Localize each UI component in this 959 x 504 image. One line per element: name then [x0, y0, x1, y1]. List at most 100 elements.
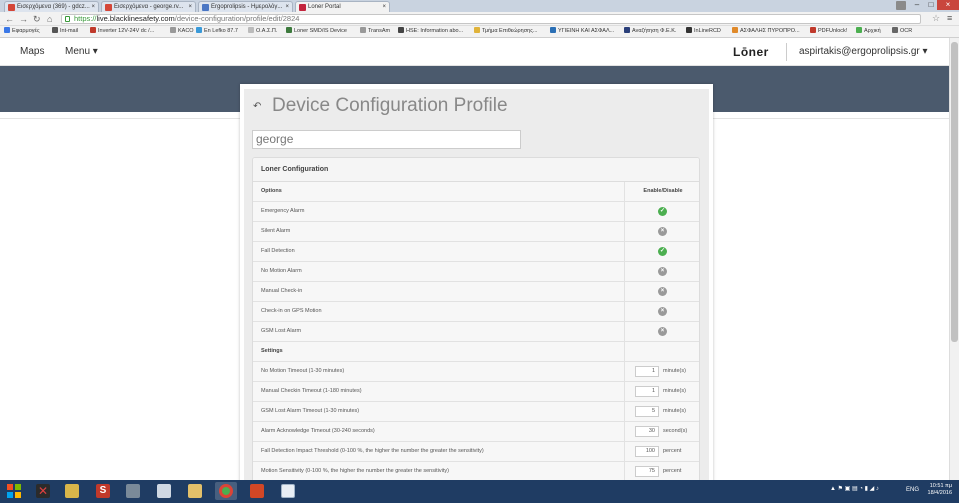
setting-unit: percent — [663, 468, 682, 474]
taskbar-app-folder-icon[interactable] — [61, 482, 83, 500]
column-divider — [624, 462, 625, 481]
setting-value-input[interactable]: 100 — [635, 446, 659, 457]
column-divider — [624, 202, 625, 221]
close-icon[interactable]: × — [91, 2, 95, 12]
reload-icon[interactable]: ↻ — [33, 13, 41, 25]
taskbar-clock[interactable]: 10:51 πμ 18/4/2016 — [920, 483, 952, 497]
forward-arrow-icon[interactable]: → — [19, 13, 28, 25]
bookmark-item[interactable]: Τμήμα Επιθεώρησης... — [474, 26, 537, 37]
tab-label: Εισερχόμενα - george.rv... — [114, 4, 184, 10]
column-divider — [624, 402, 625, 421]
setting-row: Alarm Acknowledge Timeout (30-240 second… — [253, 422, 699, 442]
bookmark-item[interactable]: TransAm — [360, 26, 390, 37]
bookmarks-bar: Εφαρμογές Int-mail Inverter 12V-24V dc /..… — [0, 26, 959, 38]
bookmark-item[interactable]: PDFUnlock! — [810, 26, 847, 37]
setting-value-input[interactable]: 30 — [635, 426, 659, 437]
maps-link[interactable]: Maps — [20, 46, 44, 57]
bookmark-item[interactable]: Αναζήτηση Φ.Ε.Κ. — [624, 26, 676, 37]
minimize-icon[interactable]: – — [910, 0, 924, 10]
profile-name-input[interactable]: george — [252, 130, 521, 149]
bookmark-item[interactable]: KACO — [170, 26, 194, 37]
column-divider — [624, 442, 625, 461]
setting-value-input[interactable]: 1 — [635, 366, 659, 377]
row-label: Emergency Alarm — [261, 208, 305, 214]
bookmark-item[interactable]: ΑΣΦΑΛΗΣ ΠΥΡΟΠΡΟ... — [732, 26, 800, 37]
home-icon[interactable]: ⌂ — [47, 13, 52, 25]
bookmark-label: Αναζήτηση Φ.Ε.Κ. — [632, 28, 677, 34]
bookmark-item[interactable]: En Lefko 87.7 — [196, 26, 238, 37]
browser-menu-icon[interactable]: ≡ — [947, 13, 952, 23]
bookmark-item[interactable]: Εφαρμογές — [4, 26, 40, 37]
taskbar-app-notes-icon[interactable] — [277, 482, 299, 500]
user-profile-icon[interactable] — [896, 1, 906, 10]
url-input[interactable]: https://live.blacklinesafety.com/device-… — [61, 14, 921, 24]
disabled-x-icon[interactable]: × — [658, 327, 667, 336]
taskbar-app-explorer-icon[interactable] — [184, 482, 206, 500]
close-icon[interactable]: × — [382, 2, 386, 12]
windows-start-icon[interactable] — [6, 483, 22, 499]
back-icon[interactable]: ↶ — [253, 101, 261, 112]
row-label: Settings — [261, 348, 283, 354]
browser-tab[interactable]: Εισερχόμενα - george.rv... × — [101, 1, 196, 12]
disabled-x-icon[interactable]: × — [658, 287, 667, 296]
bookmark-item[interactable]: Αρχική — [856, 26, 881, 37]
bookmark-item[interactable]: Inverter 12V-24V dc /... — [90, 26, 154, 37]
system-tray-icons[interactable]: ▲ ⚑ ▣ ▤ ◔ ▮ ◢ ♪ — [830, 485, 879, 492]
setting-value-input[interactable]: 75 — [635, 466, 659, 477]
bookmark-label: Inverter 12V-24V dc /... — [98, 28, 155, 34]
bookmark-label: ΑΣΦΑΛΗΣ ΠΥΡΟΠΡΟ... — [740, 28, 800, 34]
taskbar-app-presentation-icon[interactable] — [246, 482, 268, 500]
disabled-x-icon[interactable]: × — [658, 307, 667, 316]
row-label: Alarm Acknowledge Timeout (30-240 second… — [261, 428, 375, 434]
bookmark-item[interactable]: Int-mail — [52, 26, 78, 37]
bookmark-favicon-icon — [52, 27, 58, 33]
bookmark-favicon-icon — [550, 27, 556, 33]
disabled-x-icon[interactable]: × — [658, 227, 667, 236]
account-dropdown[interactable]: aspirtakis@ergoprolipsis.gr ▾ — [799, 46, 928, 57]
scrollbar-thumb[interactable] — [951, 42, 958, 342]
page-title: Device Configuration Profile — [272, 95, 508, 116]
calendar-icon — [202, 4, 209, 11]
bookmark-label: Τμήμα Επιθεώρησης... — [482, 28, 538, 34]
taskbar-app-x-icon[interactable]: ✕ — [32, 482, 54, 500]
maximize-icon[interactable]: □ — [924, 0, 938, 10]
gmail-icon — [8, 4, 15, 11]
browser-tab-active[interactable]: Loner Portal × — [295, 1, 390, 12]
panel-title: Loner Configuration — [253, 158, 699, 182]
taskbar-app-tools-icon[interactable] — [122, 482, 144, 500]
enabled-check-icon[interactable]: ✓ — [658, 247, 667, 256]
loner-configuration-panel: Loner Configuration Options Enable/Disabl… — [252, 157, 700, 484]
language-indicator[interactable]: ENG — [906, 487, 919, 493]
disabled-x-icon[interactable]: × — [658, 267, 667, 276]
close-icon[interactable]: × — [188, 2, 192, 12]
bookmark-favicon-icon — [398, 27, 404, 33]
browser-tab[interactable]: Εισερχόμενα (369) - gdcz... × — [4, 1, 99, 12]
setting-row: No Motion Timeout (1-30 minutes) 1 minute(… — [253, 362, 699, 382]
bookmark-item[interactable]: ΥΓΙΕΙΝΗ ΚΑΙ ΑΣΦΑΛ... — [550, 26, 614, 37]
enabled-check-icon[interactable]: ✓ — [658, 207, 667, 216]
taskbar-app-s-icon[interactable]: S — [92, 482, 114, 500]
bookmark-item[interactable]: OCR — [892, 26, 912, 37]
back-arrow-icon[interactable]: ← — [5, 13, 14, 25]
loner-icon — [299, 4, 306, 11]
close-window-icon[interactable]: × — [937, 0, 959, 10]
setting-value-input[interactable]: 5 — [635, 406, 659, 417]
page-scrollbar[interactable] — [949, 38, 959, 480]
bookmark-item[interactable]: InLineRCD — [686, 26, 721, 37]
close-icon[interactable]: × — [285, 2, 289, 12]
setting-value-input[interactable]: 1 — [635, 386, 659, 397]
taskbar-app-document-icon[interactable] — [153, 482, 175, 500]
bookmark-item[interactable]: Ο.Α.Σ.Π. — [248, 26, 277, 37]
column-divider — [624, 182, 625, 201]
row-label: Fall Detection Impact Threshold (0-100 %… — [261, 448, 484, 454]
menu-dropdown[interactable]: Menu ▾ — [65, 46, 98, 57]
taskbar-app-chrome-icon[interactable] — [215, 482, 237, 500]
bookmark-favicon-icon — [286, 27, 292, 33]
bookmark-favicon-icon — [686, 27, 692, 33]
windows-taskbar: ✕ S ▲ ⚑ ▣ ▤ ◔ ▮ ◢ ♪ ENG 10:51 πμ 18/4/20… — [0, 480, 959, 503]
bookmark-item[interactable]: Loner SMD/IS Device — [286, 26, 347, 37]
options-header-row: Options Enable/Disable — [253, 182, 699, 202]
bookmark-item[interactable]: HSE: Information abo... — [398, 26, 463, 37]
bookmark-star-icon[interactable]: ☆ — [932, 13, 940, 24]
browser-tab[interactable]: Ergoprolipsis - Ημερολόγ... × — [198, 1, 293, 12]
